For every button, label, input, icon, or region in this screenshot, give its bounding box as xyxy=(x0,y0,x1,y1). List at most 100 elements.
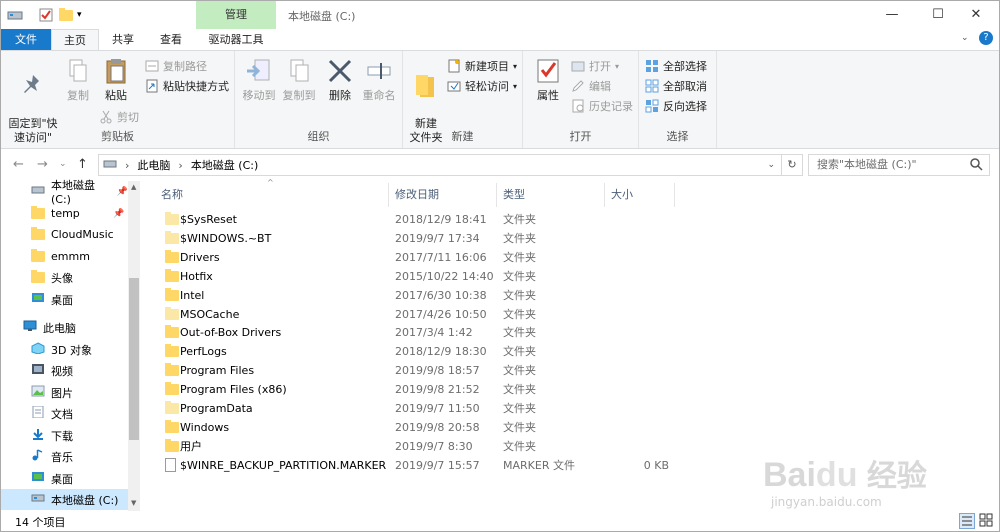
pin-icon: 📌 xyxy=(113,208,125,219)
properties-label: 属性 xyxy=(537,89,559,102)
paste-shortcut-button[interactable]: 粘贴快捷方式 xyxy=(145,77,229,95)
nav-item-music[interactable]: 音乐 xyxy=(1,446,128,467)
file-name: $SysReset xyxy=(180,213,237,226)
file-name: Drivers xyxy=(180,250,220,264)
tab-view[interactable]: 查看 xyxy=(147,29,195,50)
file-row[interactable]: Windows 2019/9/8 20:58 文件夹 xyxy=(159,418,704,437)
file-size: 0 KB xyxy=(643,458,669,472)
clipboard-group-label: 剪贴板 xyxy=(101,130,134,143)
file-date: 2019/9/7 11:50 xyxy=(395,402,480,415)
customize-quick-access-icon[interactable]: ▾ xyxy=(77,7,82,23)
invert-selection-icon xyxy=(645,99,659,113)
file-row[interactable]: $SysReset 2018/12/9 18:41 文件夹 xyxy=(159,210,704,229)
collapse-ribbon-icon[interactable]: ⌄ xyxy=(961,33,969,43)
file-row[interactable]: ProgramData 2019/9/7 11:50 文件夹 xyxy=(159,399,704,418)
tab-share[interactable]: 共享 xyxy=(99,29,147,50)
drive-icon xyxy=(7,7,23,23)
nav-item-temp[interactable]: temp 📌 xyxy=(1,203,128,224)
nav-item-pictures[interactable]: 图片 xyxy=(1,382,128,403)
new-folder-quick-icon[interactable] xyxy=(59,7,73,23)
scroll-up-icon[interactable]: ▲ xyxy=(131,183,136,191)
navigation-pane: 本地磁盘 (C:) 📌 temp 📌 CloudMusic emmm 头像 桌面… xyxy=(1,179,141,511)
properties-button[interactable]: 属性 xyxy=(533,57,563,103)
nav-item-label: emmm xyxy=(51,250,90,263)
nav-item-cloudmusic[interactable]: CloudMusic xyxy=(1,224,128,245)
delete-button[interactable]: 删除 xyxy=(325,57,355,103)
column-header-size[interactable]: 大小 xyxy=(605,183,675,207)
nav-item-documents[interactable]: 文档 xyxy=(1,403,128,424)
help-icon[interactable]: ? xyxy=(979,31,993,45)
rename-button[interactable]: 重命名 xyxy=(359,57,399,103)
context-tab-manage[interactable]: 管理 xyxy=(196,1,276,29)
file-row[interactable]: $WINRE_BACKUP_PARTITION.MARKER 2019/9/7 1… xyxy=(159,456,704,475)
search-input[interactable]: 搜索"本地磁盘 (C:)" xyxy=(808,154,990,176)
nav-item-desktop[interactable]: 桌面 xyxy=(1,468,128,489)
file-row[interactable]: 用户 2019/9/7 8:30 文件夹 xyxy=(159,437,704,456)
forward-arrow-icon[interactable]: → xyxy=(37,157,48,172)
file-row[interactable]: Out-of-Box Drivers 2017/3/4 1:42 文件夹 xyxy=(159,323,704,342)
nav-item-emmm[interactable]: emmm xyxy=(1,246,128,267)
file-row[interactable]: MSOCache 2017/4/26 10:50 文件夹 xyxy=(159,305,704,324)
column-header-name[interactable]: 名称 xyxy=(155,183,389,207)
tab-file[interactable]: 文件 xyxy=(1,29,51,50)
minimize-button[interactable]: — xyxy=(869,1,915,29)
nav-item-this-pc[interactable]: 此电脑 xyxy=(1,317,128,338)
file-type: 文件夹 xyxy=(503,439,536,453)
copy-to-button[interactable]: 复制到 xyxy=(279,57,319,103)
column-header-date[interactable]: 修改日期 xyxy=(389,183,497,207)
select-none-label: 全部取消 xyxy=(663,80,707,93)
file-date: 2018/12/9 18:41 xyxy=(395,213,487,226)
copy-path-button[interactable]: 复制路径 xyxy=(145,57,207,75)
nav-scrollbar-thumb[interactable] xyxy=(129,278,139,440)
edit-button[interactable]: 编辑 xyxy=(571,77,611,95)
file-row[interactable]: Program Files (x86) 2019/9/8 21:52 文件夹 xyxy=(159,380,704,399)
nav-item-local-disk[interactable]: 本地磁盘 (C:) xyxy=(1,489,128,510)
file-row[interactable]: Hotfix 2015/10/22 14:40 文件夹 xyxy=(159,267,704,286)
open-button[interactable]: 打开 ▾ xyxy=(571,57,619,75)
move-to-button[interactable]: 移动到 xyxy=(239,57,279,103)
nav-item-downloads[interactable]: 下载 xyxy=(1,425,128,446)
select-all-button[interactable]: 全部选择 xyxy=(645,57,707,75)
file-row[interactable]: Drivers 2017/7/11 16:06 文件夹 xyxy=(159,248,704,267)
address-bar[interactable]: › 此电脑 › 本地磁盘 (C:) ⌄ xyxy=(98,154,782,176)
refresh-icon[interactable]: ↻ xyxy=(781,154,803,176)
address-drive-icon xyxy=(103,158,117,173)
file-date: 2019/9/7 15:57 xyxy=(395,458,480,472)
column-header-type[interactable]: 类型 xyxy=(497,183,605,207)
nav-item-3d-objects[interactable]: 3D 对象 xyxy=(1,339,128,360)
nav-item-label: 桌面 xyxy=(51,293,73,307)
file-row[interactable]: PerfLogs 2018/12/9 18:30 文件夹 xyxy=(159,342,704,361)
file-row[interactable]: Intel 2017/6/30 10:38 文件夹 xyxy=(159,286,704,305)
tab-home[interactable]: 主页 xyxy=(51,29,99,50)
desktop-icon xyxy=(31,292,45,307)
new-item-button[interactable]: 新建项目 ▾ xyxy=(447,57,517,75)
scroll-down-icon[interactable]: ▼ xyxy=(131,499,136,507)
tab-drive-tools[interactable]: 驱动器工具 xyxy=(197,29,275,50)
nav-item-videos[interactable]: 视频 xyxy=(1,360,128,381)
up-arrow-icon[interactable]: ↑ xyxy=(77,157,88,172)
breadcrumb-this-pc[interactable]: 此电脑 xyxy=(137,157,170,173)
select-none-button[interactable]: 全部取消 xyxy=(645,77,707,95)
cut-button[interactable]: 剪切 xyxy=(99,108,139,126)
file-row[interactable]: Program Files 2019/9/8 18:57 文件夹 xyxy=(159,361,704,380)
file-row[interactable]: $WINDOWS.~BT 2019/9/7 17:34 文件夹 xyxy=(159,229,704,248)
address-dropdown-icon[interactable]: ⌄ xyxy=(767,160,775,170)
paste-button[interactable]: 粘贴 xyxy=(97,57,135,103)
close-button[interactable]: ✕ xyxy=(953,1,999,29)
copy-to-label: 复制到 xyxy=(282,89,316,102)
invert-selection-button[interactable]: 反向选择 xyxy=(645,97,707,115)
history-button[interactable]: 历史记录 xyxy=(571,97,633,115)
back-arrow-icon[interactable]: ← xyxy=(13,157,24,172)
nav-item-local-disk-pinned[interactable]: 本地磁盘 (C:) 📌 xyxy=(1,179,128,206)
nav-item-label: 桌面 xyxy=(51,472,73,486)
open-icon xyxy=(571,59,585,73)
easy-access-button[interactable]: 轻松访问 ▾ xyxy=(447,77,517,95)
file-type: 文件夹 xyxy=(503,250,536,264)
nav-item-avatar[interactable]: 头像 xyxy=(1,267,128,288)
properties-quick-icon[interactable] xyxy=(39,7,53,23)
copy-button[interactable]: 复制 xyxy=(63,57,93,103)
recent-dropdown-icon[interactable]: ⌄ xyxy=(59,159,67,169)
breadcrumb-local-disk[interactable]: 本地磁盘 (C:) xyxy=(191,157,258,173)
nav-item-desktop-quick[interactable]: 桌面 xyxy=(1,289,128,310)
file-date: 2017/4/26 10:50 xyxy=(395,307,487,321)
